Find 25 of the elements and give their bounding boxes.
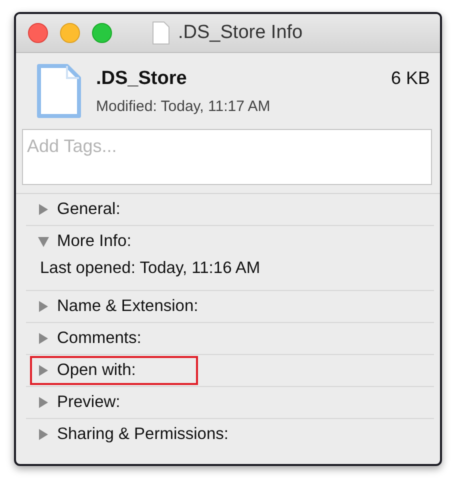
tags-field[interactable]: Add Tags... [22,129,432,185]
minimize-button[interactable] [60,23,80,43]
document-icon [36,63,82,119]
section-header[interactable]: More Info: [30,227,194,256]
modified-date: Modified: Today, 11:17 AM [96,98,272,114]
collapsed-triangle-icon [38,428,49,441]
collapsed-triangle-icon [38,203,49,216]
info-text: Last opened: Today, 11:16 AM [40,259,260,277]
collapsed-triangle-icon [38,332,49,345]
close-button[interactable] [28,23,48,43]
collapsed-triangle-icon [38,300,49,313]
window-title: .DS_Store Info [178,22,303,44]
collapsed-triangle-icon [38,364,49,377]
section-header[interactable]: Preview: [30,388,182,417]
expanded-triangle-icon [38,235,49,248]
file-size: 6 KB [390,68,430,90]
file-name: .DS_Store [96,68,187,90]
document-icon [152,21,170,45]
section-header[interactable]: Sharing & Permissions: [30,420,290,449]
section-header[interactable]: Comments: [30,324,204,353]
section-header[interactable]: General: [30,195,182,224]
section-header[interactable]: Open with: [30,356,198,385]
collapsed-triangle-icon [38,396,49,409]
zoom-button[interactable] [92,23,112,43]
section-header[interactable]: Name & Extension: [30,292,260,321]
